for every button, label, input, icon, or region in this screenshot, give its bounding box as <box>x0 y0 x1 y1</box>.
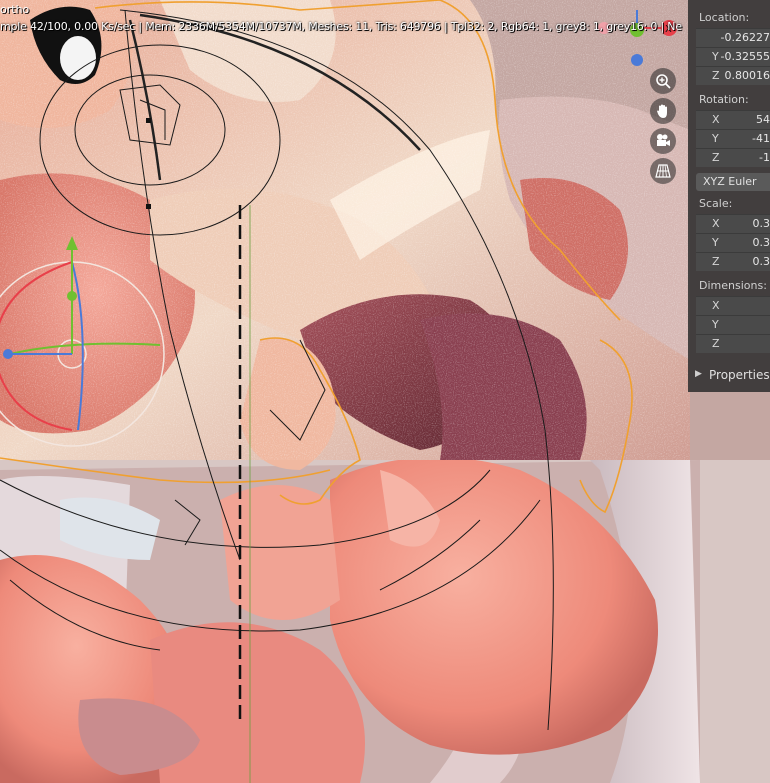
rotation-x-field[interactable]: X 54 <box>696 110 770 129</box>
scale-y-field[interactable]: Y 0.3 <box>696 233 770 252</box>
scale-z-field[interactable]: Z 0.3 <box>696 252 770 271</box>
dimensions-y-axis: Y <box>712 318 719 331</box>
zoom-icon <box>656 74 671 89</box>
camera-icon <box>657 134 670 146</box>
transform-properties-panel: Location: -0.26227 Y -0.32555 Z 0.80016 … <box>688 0 770 392</box>
scale-x-field[interactable]: X 0.3 <box>696 214 770 233</box>
scale-z-value: 0.3 <box>752 255 770 268</box>
location-x-value: -0.26227 <box>720 31 770 44</box>
dimensions-y-field[interactable]: Y <box>696 315 770 334</box>
properties-section-header[interactable]: ▶ Properties <box>688 365 770 389</box>
perspective-grid-icon <box>655 164 671 178</box>
location-label: Location: <box>699 11 750 24</box>
pan-button[interactable] <box>650 98 676 124</box>
scale-z-axis: Z <box>712 255 720 268</box>
scale-y-value: 0.3 <box>752 236 770 249</box>
location-z-value: 0.80016 <box>724 69 770 82</box>
dimensions-x-axis: X <box>712 299 720 312</box>
rotation-y-field[interactable]: Y -41 <box>696 129 770 148</box>
rotation-mode-dropdown[interactable]: XYZ Euler <box>696 173 770 191</box>
scale-x-value: 0.3 <box>752 217 770 230</box>
dimensions-z-field[interactable]: Z <box>696 334 770 353</box>
rotation-y-value: -41 <box>752 132 770 145</box>
rotation-x-value: 54 <box>756 113 770 126</box>
location-y-axis: Y <box>712 50 719 63</box>
scale-x-axis: X <box>712 217 720 230</box>
location-z-axis: Z <box>712 69 720 82</box>
location-y-field[interactable]: Y -0.32555 <box>696 47 770 66</box>
rotation-y-axis: Y <box>712 132 719 145</box>
triangle-right-icon: ▶ <box>695 369 702 379</box>
location-y-value: -0.32555 <box>720 50 770 63</box>
scale-label: Scale: <box>699 197 733 210</box>
perspective-toggle-button[interactable] <box>650 158 676 184</box>
dimensions-z-axis: Z <box>712 337 720 350</box>
render-status-line: mple 42/100, 0.00 Ks/sec | Mem: 2336M/53… <box>0 20 682 33</box>
dimensions-x-field[interactable]: X <box>696 296 770 315</box>
zoom-button[interactable] <box>650 68 676 94</box>
camera-view-button[interactable] <box>650 128 676 154</box>
location-x-field[interactable]: -0.26227 <box>696 28 770 47</box>
3d-viewport[interactable]: X ortho mple 42/100, 0.00 Ks/sec | Mem: … <box>0 0 770 783</box>
rotation-z-value: -1 <box>759 151 770 164</box>
rotation-z-axis: Z <box>712 151 720 164</box>
rotation-z-field[interactable]: Z -1 <box>696 148 770 167</box>
scale-y-axis: Y <box>712 236 719 249</box>
location-z-field[interactable]: Z 0.80016 <box>696 66 770 85</box>
properties-label: Properties <box>709 368 770 382</box>
viewport-title: ortho <box>0 3 30 16</box>
rotation-label: Rotation: <box>699 93 749 106</box>
hand-icon <box>657 104 667 118</box>
dimensions-label: Dimensions: <box>699 279 767 292</box>
rotation-x-axis: X <box>712 113 720 126</box>
